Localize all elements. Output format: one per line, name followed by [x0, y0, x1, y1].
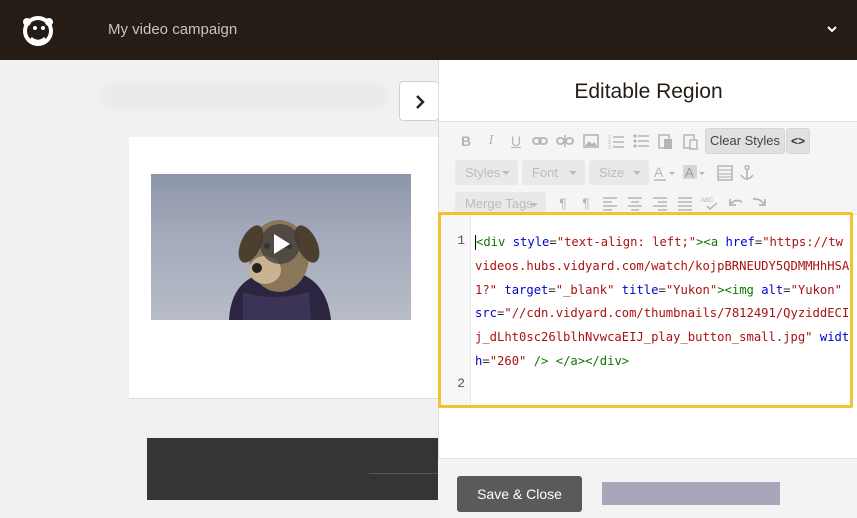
align-left-icon[interactable] [601, 194, 619, 212]
dog-picture [229, 220, 331, 320]
paragraph-ltr-icon[interactable]: ¶ [554, 194, 572, 212]
bullet-list-icon[interactable] [632, 132, 650, 150]
unlink-icon[interactable] [556, 132, 574, 150]
save-and-close-button[interactable]: Save & Close [457, 476, 582, 512]
editor-toolbar: B I U 123 Clear Styles <> Styles Font Si… [439, 121, 857, 215]
svg-text:A: A [654, 164, 664, 180]
paste-text-icon[interactable] [681, 132, 699, 150]
paste-icon[interactable] [656, 132, 674, 150]
redacted-area [602, 482, 780, 505]
clear-styles-button[interactable]: Clear Styles [705, 128, 785, 154]
bold-icon[interactable]: B [457, 132, 475, 150]
link-icon[interactable] [531, 132, 549, 150]
mailchimp-logo-icon[interactable] [18, 10, 58, 50]
chevron-down-icon[interactable] [825, 22, 839, 36]
paragraph-rtl-icon[interactable]: ¶ [577, 194, 595, 212]
background-color-icon[interactable]: A [683, 164, 707, 182]
spellcheck-icon[interactable]: ABC [701, 194, 719, 212]
redo-icon[interactable] [751, 194, 769, 212]
italic-icon[interactable]: I [482, 132, 500, 150]
styles-dropdown[interactable]: Styles [455, 160, 518, 185]
line-number-gutter: 1 2 [441, 215, 471, 405]
align-justify-icon[interactable] [676, 194, 694, 212]
footer-content-block[interactable] [147, 438, 438, 500]
align-right-icon[interactable] [651, 194, 669, 212]
undo-icon[interactable] [726, 194, 744, 212]
top-navigation-bar: My video campaign [0, 0, 857, 60]
numbered-list-icon[interactable]: 123 [607, 132, 625, 150]
video-thumbnail-image[interactable] [151, 174, 411, 320]
svg-text:3: 3 [608, 145, 611, 150]
expand-panel-button[interactable] [399, 81, 439, 121]
font-dropdown[interactable]: Font [522, 160, 585, 185]
size-dropdown[interactable]: Size [589, 160, 649, 185]
blurred-header-bar [100, 82, 390, 110]
html-code-editor[interactable]: 1 2 <div style="text-align: left;"><a hr… [438, 212, 853, 408]
code-content[interactable]: <div style="text-align: left;"><a href="… [475, 231, 850, 374]
table-icon[interactable] [716, 164, 734, 182]
campaign-title[interactable]: My video campaign [108, 21, 237, 38]
chevron-right-icon [416, 95, 425, 109]
line-number: 2 [457, 376, 465, 391]
code-view-toggle-button[interactable]: <> [786, 128, 810, 154]
anchor-icon[interactable] [738, 164, 756, 182]
svg-text:A: A [685, 165, 694, 180]
align-center-icon[interactable] [626, 194, 644, 212]
divider-line [369, 473, 438, 474]
panel-title: Editable Region [574, 80, 723, 103]
panel-footer: Save & Close [438, 458, 857, 518]
svg-text:ABC: ABC [701, 198, 714, 204]
text-color-icon[interactable]: A [653, 164, 677, 182]
image-icon[interactable] [582, 132, 600, 150]
underline-icon[interactable]: U [507, 132, 525, 150]
line-number: 1 [457, 233, 465, 248]
